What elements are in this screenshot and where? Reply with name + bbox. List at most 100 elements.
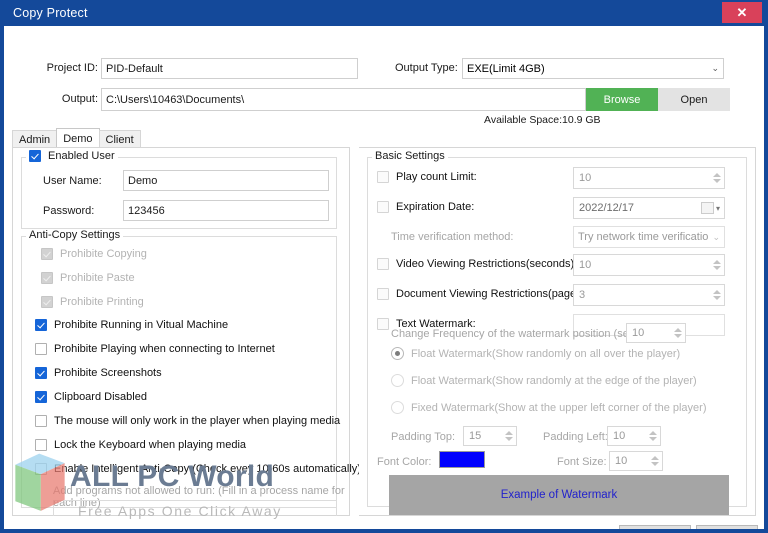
checkbox-prohibit-vm[interactable]: Prohibite Running in Vitual Machine xyxy=(35,319,228,331)
time-verification-label: Time verification method: xyxy=(391,231,513,243)
prohibit-copying-checkbox xyxy=(41,248,53,260)
font-size-label: Font Size: xyxy=(557,456,607,468)
radio-float-watermark-all[interactable]: Float Watermark(Show randomly on all ove… xyxy=(391,347,680,360)
checkbox-lock-keyboard[interactable]: Lock the Keyboard when playing media xyxy=(35,439,246,451)
video-restriction-stepper[interactable] xyxy=(709,255,724,275)
fixed-watermark-label: Fixed Watermark(Show at the upper left c… xyxy=(411,402,707,414)
close-icon[interactable]: ✕ xyxy=(722,2,762,23)
intelligent-anticopy-label: Enable Intelligent Anti-Copy (Check evey… xyxy=(54,463,361,475)
play-count-limit-checkbox[interactable] xyxy=(377,171,389,183)
padding-left-spinner[interactable]: 10 xyxy=(607,426,661,446)
padding-top-value: 15 xyxy=(464,427,501,445)
time-verification-select[interactable]: Try network time verification fir ⌄ xyxy=(573,226,725,248)
radio-float-watermark-edge[interactable]: Float Watermark(Show randomly at the edg… xyxy=(391,374,697,387)
checkbox-document-restriction[interactable]: Document Viewing Restrictions(pages): xyxy=(377,288,588,300)
spinner-down-icon[interactable] xyxy=(505,437,513,441)
calendar-icon[interactable] xyxy=(701,202,714,214)
tab-admin[interactable]: Admin xyxy=(12,130,57,148)
spinner-up-icon[interactable] xyxy=(713,290,721,294)
spinner-up-icon[interactable] xyxy=(649,431,657,435)
prohibit-screenshots-checkbox[interactable] xyxy=(35,367,47,379)
checkbox-prohibit-paste[interactable]: Prohibite Paste xyxy=(41,272,135,284)
float-watermark-all-label: Float Watermark(Show randomly on all ove… xyxy=(411,348,680,360)
chevron-down-icon: ⌄ xyxy=(709,232,720,243)
prohibit-vm-checkbox[interactable] xyxy=(35,319,47,331)
time-verification-value: Try network time verification fir xyxy=(578,231,709,243)
spinner-down-icon[interactable] xyxy=(713,266,721,270)
prohibit-printing-label: Prohibite Printing xyxy=(60,296,144,308)
clipboard-disabled-checkbox[interactable] xyxy=(35,391,47,403)
change-frequency-spinner[interactable]: 10 xyxy=(626,323,686,343)
padding-top-spinner[interactable]: 15 xyxy=(463,426,517,446)
document-restriction-spinner[interactable]: 3 xyxy=(573,284,725,306)
font-size-spinner[interactable]: 10 xyxy=(609,451,663,471)
enabled-user-checkbox[interactable] xyxy=(29,150,41,162)
output-type-select[interactable]: EXE(Limit 4GB) ⌄ xyxy=(462,58,724,79)
tab-bar: Admin Demo Client xyxy=(12,129,140,148)
spinner-up-icon[interactable] xyxy=(651,456,659,460)
prohibit-vm-label: Prohibite Running in Vitual Machine xyxy=(54,319,228,331)
spinner-down-icon[interactable] xyxy=(649,437,657,441)
play-count-limit-value: 10 xyxy=(574,168,709,188)
prohibit-printing-checkbox xyxy=(41,296,53,308)
expiration-date-picker[interactable]: 2022/12/17 ▾ xyxy=(573,197,725,219)
tab-client[interactable]: Client xyxy=(99,130,141,148)
checkbox-mouse-only-player[interactable]: The mouse will only work in the player w… xyxy=(35,415,340,427)
checkbox-clipboard-disabled[interactable]: Clipboard Disabled xyxy=(35,391,147,403)
spinner-down-icon[interactable] xyxy=(674,334,682,338)
fixed-watermark-radio[interactable] xyxy=(391,401,404,414)
video-restriction-checkbox[interactable] xyxy=(377,258,389,270)
checkbox-expiration-date[interactable]: Expiration Date: xyxy=(377,201,474,213)
demo-tab-panel: Enabled User User Name: Password: Anti-C… xyxy=(12,147,350,516)
float-watermark-all-radio[interactable] xyxy=(391,347,404,360)
intelligent-anticopy-checkbox[interactable] xyxy=(35,463,47,475)
play-count-limit-label: Play count Limit: xyxy=(396,171,477,183)
document-restriction-stepper[interactable] xyxy=(709,285,724,305)
float-watermark-edge-radio[interactable] xyxy=(391,374,404,387)
padding-left-stepper[interactable] xyxy=(645,427,660,445)
play-count-limit-stepper[interactable] xyxy=(709,168,724,188)
video-restriction-spinner[interactable]: 10 xyxy=(573,254,725,276)
checkbox-prohibit-copying[interactable]: Prohibite Copying xyxy=(41,248,147,260)
project-id-input[interactable] xyxy=(101,58,358,79)
lock-keyboard-checkbox[interactable] xyxy=(35,439,47,451)
window-title: Copy Protect xyxy=(4,6,88,20)
text-watermark-checkbox[interactable] xyxy=(377,318,389,330)
expiration-date-checkbox[interactable] xyxy=(377,201,389,213)
document-restriction-checkbox[interactable] xyxy=(377,288,389,300)
user-name-input[interactable] xyxy=(123,170,329,191)
start-button[interactable]: Start xyxy=(619,525,691,529)
checkbox-prohibit-printing[interactable]: Prohibite Printing xyxy=(41,296,144,308)
output-path-input[interactable] xyxy=(101,88,586,111)
user-name-label: User Name: xyxy=(43,175,102,187)
checkbox-video-restriction[interactable]: Video Viewing Restrictions(seconds): xyxy=(377,258,577,270)
spinner-down-icon[interactable] xyxy=(713,179,721,183)
spinner-up-icon[interactable] xyxy=(674,328,682,332)
change-frequency-stepper[interactable] xyxy=(670,324,685,342)
prohibit-screenshots-label: Prohibite Screenshots xyxy=(54,367,162,379)
spinner-up-icon[interactable] xyxy=(713,173,721,177)
spinner-down-icon[interactable] xyxy=(713,296,721,300)
checkbox-intelligent-anticopy[interactable]: Enable Intelligent Anti-Copy (Check evey… xyxy=(35,463,361,475)
chevron-down-icon[interactable]: ▾ xyxy=(716,204,724,213)
prohibit-paste-label: Prohibite Paste xyxy=(60,272,135,284)
radio-fixed-watermark[interactable]: Fixed Watermark(Show at the upper left c… xyxy=(391,401,707,414)
checkbox-prohibit-internet[interactable]: Prohibite Playing when connecting to Int… xyxy=(35,343,275,355)
font-color-swatch[interactable] xyxy=(439,451,485,468)
output-path-label: Output: xyxy=(36,93,98,105)
spinner-up-icon[interactable] xyxy=(505,431,513,435)
tab-demo[interactable]: Demo xyxy=(56,128,99,148)
cancel-button[interactable]: Cancel xyxy=(696,525,758,529)
spinner-down-icon[interactable] xyxy=(651,462,659,466)
prohibit-internet-checkbox[interactable] xyxy=(35,343,47,355)
browse-button[interactable]: Browse xyxy=(586,88,658,111)
open-button[interactable]: Open xyxy=(658,88,730,111)
mouse-only-player-checkbox[interactable] xyxy=(35,415,47,427)
padding-top-stepper[interactable] xyxy=(501,427,516,445)
checkbox-play-count-limit[interactable]: Play count Limit: xyxy=(377,171,477,183)
spinner-up-icon[interactable] xyxy=(713,260,721,264)
checkbox-prohibit-screenshots[interactable]: Prohibite Screenshots xyxy=(35,367,162,379)
font-size-stepper[interactable] xyxy=(647,452,662,470)
play-count-limit-spinner[interactable]: 10 xyxy=(573,167,725,189)
password-input[interactable] xyxy=(123,200,329,221)
